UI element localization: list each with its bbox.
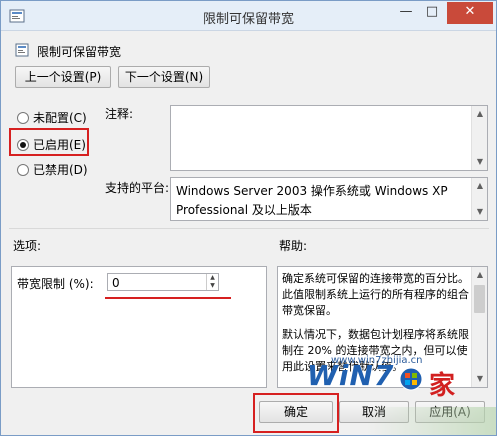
- watermark-brand: WiN7: [307, 359, 395, 392]
- dialog-window: 限制可保留带宽 — □ ✕ 限制可保留带宽 上一个设置(P) 下一个设置(N) …: [0, 0, 497, 436]
- options-label: 选项:: [13, 239, 42, 253]
- setting-icon: [15, 43, 29, 57]
- bandwidth-highlight-underline: [105, 297, 231, 299]
- radio-label: 已禁用(D): [33, 163, 88, 177]
- comment-label: 注释:: [105, 107, 134, 121]
- platform-scrollbar[interactable]: ▲ ▼: [471, 178, 487, 220]
- radio-label: 未配置(C): [33, 111, 87, 125]
- enabled-highlight-box: [9, 128, 89, 156]
- comment-scrollbar[interactable]: ▲ ▼: [471, 106, 487, 170]
- minimize-button[interactable]: —: [393, 2, 419, 24]
- platform-value: Windows Server 2003 操作系统或 Windows XP Pro…: [176, 184, 448, 217]
- corner-shade: [366, 407, 496, 435]
- help-label: 帮助:: [279, 239, 308, 253]
- platform-textbox: Windows Server 2003 操作系统或 Windows XP Pro…: [170, 177, 488, 221]
- bandwidth-limit-label: 带宽限制 (%):: [17, 277, 94, 291]
- help-scrollbar[interactable]: ▲ ▼: [471, 267, 487, 387]
- policy-name: 限制可保留带宽: [37, 45, 122, 59]
- windows-logo-icon: [399, 367, 423, 391]
- radio-circle: [17, 112, 29, 124]
- spin-up-icon[interactable]: ▲: [207, 274, 218, 282]
- section-divider: [9, 228, 489, 229]
- scroll-down-icon[interactable]: ▼: [472, 154, 488, 170]
- radio-disabled[interactable]: 已禁用(D): [17, 161, 88, 178]
- help-spacer: [282, 319, 469, 327]
- bandwidth-limit-value[interactable]: 0: [112, 276, 120, 290]
- scroll-up-icon[interactable]: ▲: [472, 178, 488, 194]
- platform-label: 支持的平台:: [105, 181, 170, 195]
- close-button[interactable]: ✕: [447, 2, 493, 24]
- ok-highlight-box: [253, 393, 339, 433]
- scroll-down-icon[interactable]: ▼: [472, 371, 487, 387]
- spinner-arrows[interactable]: ▲ ▼: [206, 274, 218, 290]
- spin-down-icon[interactable]: ▼: [207, 282, 218, 290]
- previous-setting-button[interactable]: 上一个设置(P): [15, 66, 111, 88]
- watermark-home: 家: [429, 371, 456, 401]
- comment-textbox[interactable]: ▲ ▼: [170, 105, 488, 171]
- scroll-up-icon[interactable]: ▲: [472, 267, 487, 283]
- radio-circle: [17, 164, 29, 176]
- maximize-button[interactable]: □: [419, 2, 445, 24]
- scroll-down-icon[interactable]: ▼: [472, 204, 488, 220]
- scroll-up-icon[interactable]: ▲: [472, 106, 488, 122]
- radio-not-configured[interactable]: 未配置(C): [17, 109, 87, 126]
- title-bar[interactable]: 限制可保留带宽 — □ ✕: [1, 1, 496, 31]
- next-setting-button[interactable]: 下一个设置(N): [118, 66, 210, 88]
- help-paragraph-1: 确定系统可保留的连接带宽的百分比。此值限制系统上运行的所有程序的组合带宽保留。: [282, 272, 469, 317]
- scroll-thumb[interactable]: [474, 285, 485, 313]
- bandwidth-limit-spinner[interactable]: 0 ▲ ▼: [107, 273, 219, 291]
